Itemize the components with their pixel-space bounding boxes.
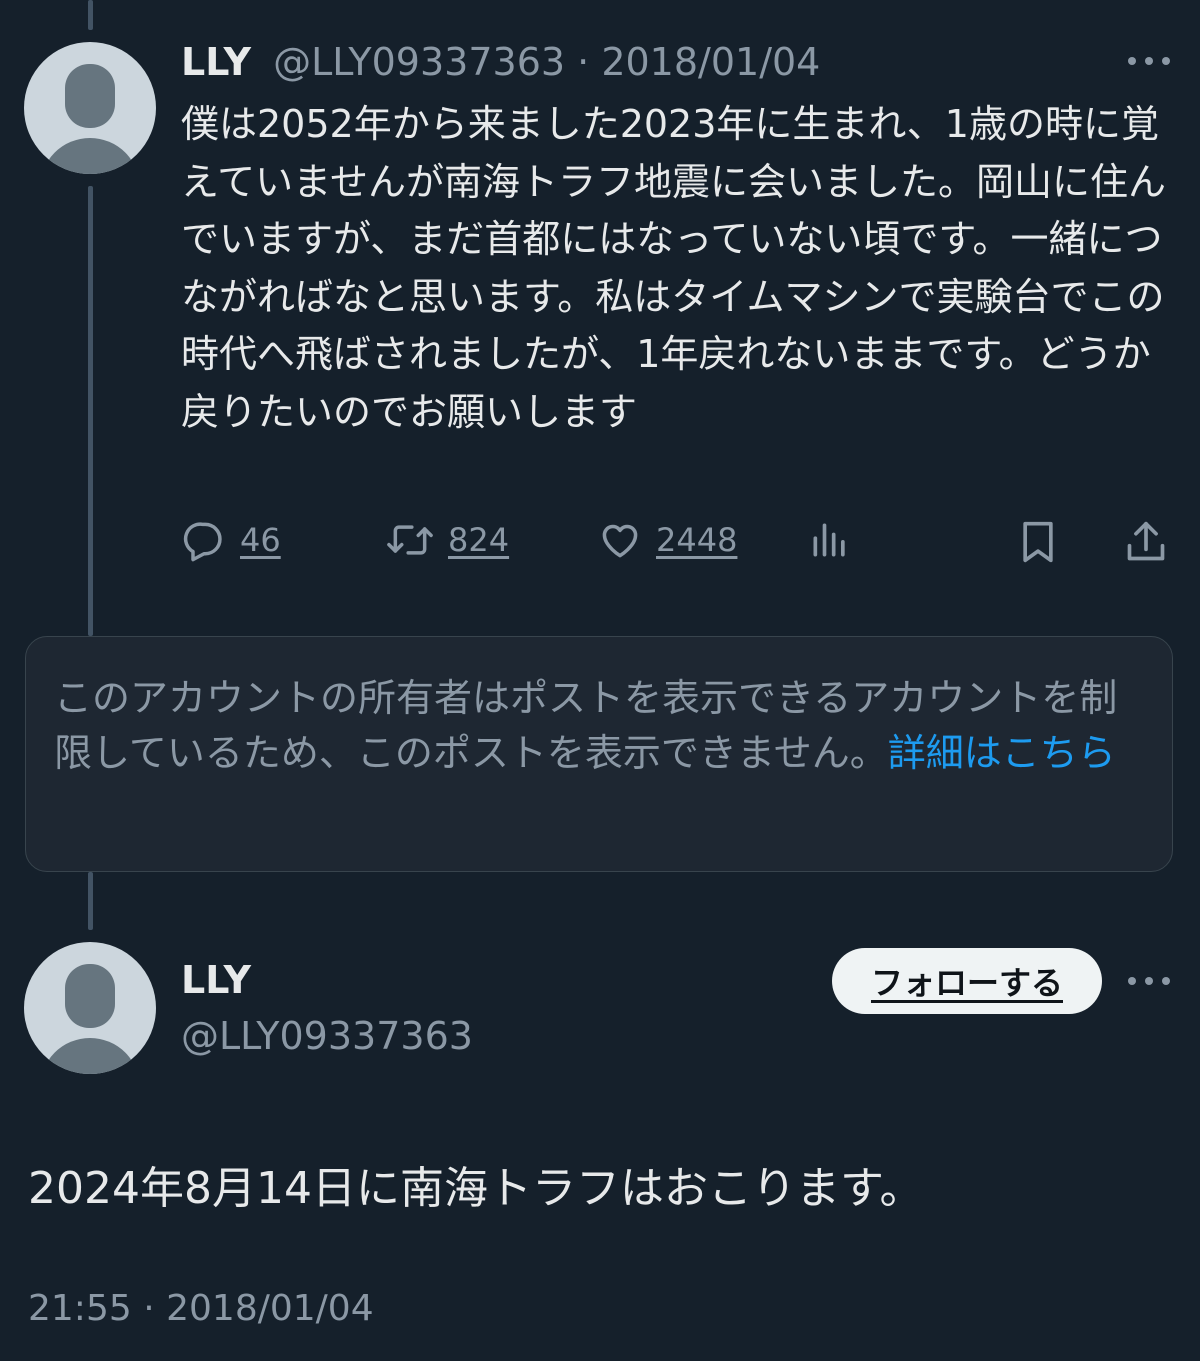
reply-count: 46 [240,521,281,559]
tweet-text: 僕は2052年から来ました2023年に生まれ、1歳の時に覚えていませんが南海トラ… [181,102,1166,434]
follow-button[interactable]: フォローする [832,948,1102,1014]
bookmark-icon [1023,521,1053,563]
avatar-shoulders [40,1038,140,1074]
more-icon[interactable] [1128,54,1170,68]
tweet-header: LLY @LLY09337363 · 2018/01/04 [181,40,820,84]
tweet-time: 21:55 [28,1288,132,1329]
tweet-actions: 46 824 2448 [0,518,1200,568]
restricted-text: このアカウントの所有者はポストを表示できるアカウントを制限しているため、このポス… [54,671,1144,781]
views-button[interactable] [808,518,852,562]
reply-icon [183,522,222,562]
separator: · [577,40,590,84]
learn-more-link[interactable]: 詳細はこちら [888,731,1116,775]
views-icon [813,523,845,557]
tweet-timestamp[interactable]: 21:55 · 2018/01/04 [28,1288,374,1329]
restricted-notice: このアカウントの所有者はポストを表示できるアカウントを制限しているため、このポス… [25,636,1173,872]
tweet-text: 2024年8月14日に南海トラフはおこります。 [28,1163,924,1214]
more-icon[interactable] [1128,974,1170,988]
thread-line-top [88,0,93,30]
avatar[interactable] [24,942,156,1074]
author-handle[interactable]: @LLY09337363 [181,1014,473,1058]
author-handle[interactable]: @LLY09337363 [273,40,565,84]
tweet-date: 2018/01/04 [166,1288,374,1329]
bookmark-button[interactable] [1016,518,1060,566]
heart-icon [602,524,638,558]
retweet-count: 824 [448,521,510,559]
author-name[interactable]: LLY [181,40,251,84]
avatar-head [65,64,115,128]
reply-button[interactable]: 46 [182,518,281,562]
like-button[interactable]: 2448 [598,518,737,562]
separator: · [143,1288,155,1329]
share-icon [1127,521,1165,561]
retweet-icon [387,525,433,555]
avatar-head [65,964,115,1028]
tweet-date[interactable]: 2018/01/04 [601,40,820,84]
thread-line-bottom [88,872,93,930]
share-button[interactable] [1124,518,1168,566]
thread-line-middle [88,186,93,636]
like-count: 2448 [656,521,738,559]
avatar[interactable] [24,42,156,174]
author-name[interactable]: LLY [181,958,251,1002]
retweet-button[interactable]: 824 [386,518,509,562]
avatar-shoulders [40,138,140,174]
